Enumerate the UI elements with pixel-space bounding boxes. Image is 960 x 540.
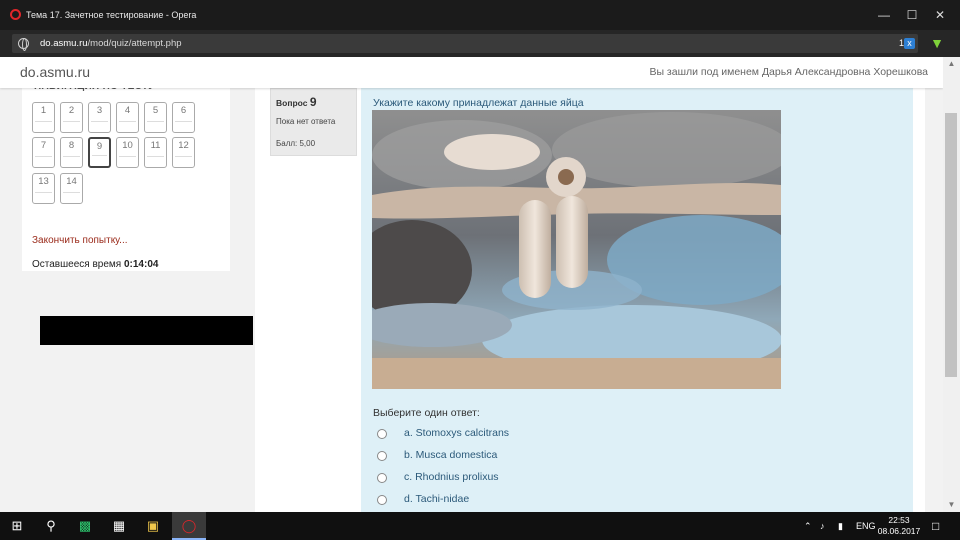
taskbar-clock[interactable]: 22:53 08.06.2017 xyxy=(874,515,924,537)
scroll-up-icon[interactable]: ▲ xyxy=(943,57,960,71)
download-icon[interactable]: ▼ xyxy=(928,34,946,52)
timer-value: 0:14:04 xyxy=(123,259,159,270)
site-brand[interactable]: do.asmu.ru xyxy=(20,64,90,80)
quiz-nav-button[interactable]: 3 xyxy=(88,102,111,133)
opera-logo-icon xyxy=(10,9,21,20)
opera-taskbar-icon[interactable]: ◯ xyxy=(172,512,206,540)
globe-icon xyxy=(18,38,29,51)
quiz-nav-button[interactable]: 7 xyxy=(32,137,55,168)
page-scrollbar[interactable]: ▲ ▼ xyxy=(943,57,960,512)
maximize-icon[interactable]: ☐ xyxy=(900,4,924,26)
radio-button[interactable] xyxy=(377,495,387,505)
language-indicator[interactable]: ENG xyxy=(856,512,876,540)
quiz-nav-button[interactable]: 13 xyxy=(32,173,55,204)
window-title: Тема 17. Зачетное тестирование - Opera xyxy=(26,10,197,20)
site-header: do.asmu.ru Вы зашли под именем Дарья Але… xyxy=(0,57,943,88)
quiz-nav-button[interactable]: 1 xyxy=(32,102,55,133)
finish-attempt-link[interactable]: Закончить попытку... xyxy=(32,235,128,246)
close-x-icon[interactable]: x xyxy=(904,38,915,49)
window-titlebar: Тема 17. Зачетное тестирование - Opera —… xyxy=(0,0,960,30)
question-formulation: Укажите какому принадлежат данные яйца В… xyxy=(361,88,913,512)
quiz-nav-button[interactable]: 6 xyxy=(172,102,195,133)
quiz-nav-button[interactable]: 12 xyxy=(172,137,195,168)
folder-icon[interactable]: ▣ xyxy=(136,512,170,540)
question-image xyxy=(372,110,781,389)
answer-label[interactable]: c. Rhodnius prolixus xyxy=(404,471,499,483)
notifications-icon[interactable]: □ xyxy=(932,512,939,540)
quiz-navigation-block: НАВИГАЦИЯ ПО ТЕСТУ 1 2 3 4 5 6 7 8 9 10 … xyxy=(22,75,230,271)
scroll-thumb[interactable] xyxy=(945,113,957,377)
radio-button[interactable] xyxy=(377,429,387,439)
quiz-nav-button[interactable]: 10 xyxy=(116,137,139,168)
answer-prompt: Выберите один ответ: xyxy=(373,407,480,419)
clock-time: 22:53 xyxy=(888,515,910,525)
question-info: Вопрос 9 Пока нет ответа Балл: 5,00 xyxy=(270,88,357,156)
url-field[interactable]: do.asmu.ru/mod/quiz/attempt.php 1 x xyxy=(12,34,918,53)
quiz-nav-button[interactable]: 11 xyxy=(144,137,167,168)
store-icon[interactable]: ▦ xyxy=(102,512,136,540)
answer-label[interactable]: d. Tachi-nidae xyxy=(404,493,469,505)
url-text[interactable]: do.asmu.ru/mod/quiz/attempt.php xyxy=(40,38,182,49)
web-page: do.asmu.ru Вы зашли под именем Дарья Але… xyxy=(0,57,943,512)
battery-icon[interactable]: ▮ xyxy=(838,512,843,540)
quiz-nav-button-current[interactable]: 9 xyxy=(88,137,111,168)
quiz-nav-button[interactable]: 14 xyxy=(60,173,83,204)
question-text: Укажите какому принадлежат данные яйца xyxy=(373,97,584,109)
app-icon[interactable]: ▩ xyxy=(68,512,102,540)
quiz-nav-button[interactable]: 5 xyxy=(144,102,167,133)
windows-taskbar: ⊞ ⚲ ▩ ▦ ▣ ◯ ⌃ ♪ ▮ ENG 22:53 08.06.2017 □ xyxy=(0,512,960,540)
close-icon[interactable]: ✕ xyxy=(928,4,952,26)
redacted-block xyxy=(40,316,253,345)
clock-date: 08.06.2017 xyxy=(877,526,921,536)
search-icon[interactable]: ⚲ xyxy=(34,512,68,540)
minimize-icon[interactable]: — xyxy=(872,4,896,26)
scroll-down-icon[interactable]: ▼ xyxy=(943,498,960,512)
quiz-nav-button[interactable]: 2 xyxy=(60,102,83,133)
radio-button[interactable] xyxy=(377,473,387,483)
answer-label[interactable]: b. Musca domestica xyxy=(404,449,497,461)
radio-button[interactable] xyxy=(377,451,387,461)
quiz-timer: Оставшееся время 0:14:04 xyxy=(32,259,159,270)
login-info: Вы зашли под именем Дарья Александровна … xyxy=(649,66,928,78)
insect-eggs-image xyxy=(372,110,781,389)
windows-start-icon[interactable]: ⊞ xyxy=(0,512,34,540)
answer-label[interactable]: a. Stomoxys calcitrans xyxy=(404,427,509,439)
question-grade: Балл: 5,00 xyxy=(276,139,316,148)
tray-chevron-icon[interactable]: ⌃ xyxy=(804,512,812,540)
quiz-nav-button[interactable]: 8 xyxy=(60,137,83,168)
question-number: Вопрос 9 xyxy=(276,95,317,109)
quiz-nav-button[interactable]: 4 xyxy=(116,102,139,133)
question-state: Пока нет ответа xyxy=(276,117,336,126)
address-bar: do.asmu.ru/mod/quiz/attempt.php 1 x xyxy=(0,30,960,57)
volume-icon[interactable]: ♪ xyxy=(820,512,825,540)
